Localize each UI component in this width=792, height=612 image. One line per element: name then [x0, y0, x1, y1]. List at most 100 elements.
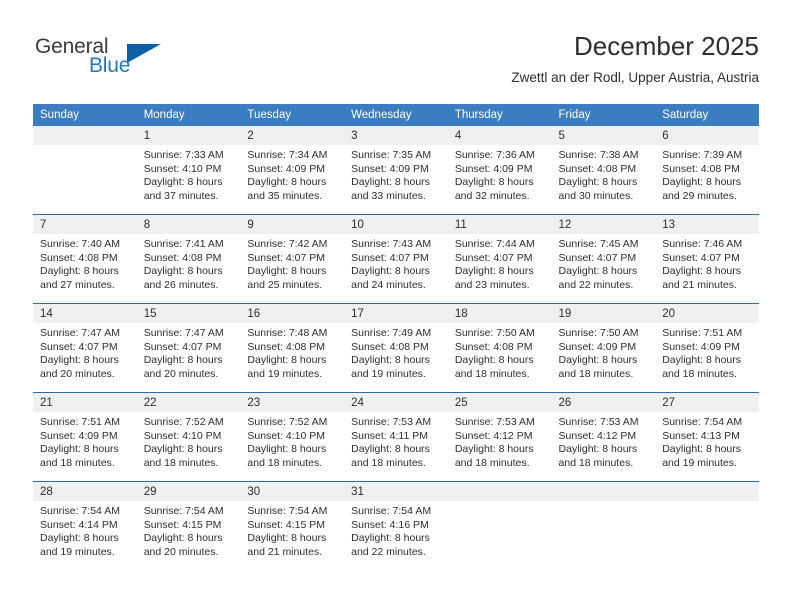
day-detail-line: Sunset: 4:07 PM	[247, 251, 326, 264]
day-detail-line: Sunrise: 7:40 AM	[40, 238, 120, 250]
day-cell-inner	[655, 482, 759, 570]
day-detail-line: Daylight: 8 hours	[247, 354, 327, 367]
day-detail-line: Sunset: 4:12 PM	[558, 429, 637, 442]
calendar-day-cell[interactable]: 31 Sunrise: 7:54 AM Sunset: 4:16 PM Dayligh…	[344, 481, 448, 570]
day-number: 6	[655, 126, 759, 145]
day-number: 7	[33, 215, 137, 234]
day-detail-line: Daylight: 8 hours	[558, 443, 638, 456]
day-detail-line: Sunset: 4:09 PM	[454, 162, 533, 175]
day-detail-line: Sunset: 4:08 PM	[247, 340, 326, 353]
day-detail-line: Sunset: 4:09 PM	[351, 162, 429, 175]
calendar-day-cell[interactable]: 8 Sunrise: 7:41 AM Sunset: 4:08 PM Daylight…	[136, 214, 241, 304]
column-header-saturday: Saturday	[655, 104, 759, 126]
calendar-week-row: 21 Sunrise: 7:51 AM Sunset: 4:09 PM Dayligh…	[33, 392, 759, 482]
calendar-day-cell[interactable]: 16 Sunrise: 7:48 AM Sunset: 4:08 PM Dayligh…	[240, 303, 345, 393]
calendar-day-cell[interactable]: 27 Sunrise: 7:54 AM Sunset: 4:13 PM Dayligh…	[655, 392, 759, 482]
day-cell-inner: 7 Sunrise: 7:40 AM Sunset: 4:08 PM Daylight…	[33, 215, 137, 303]
calendar-day-cell[interactable]: 20 Sunrise: 7:51 AM Sunset: 4:09 PM Dayligh…	[655, 303, 759, 393]
calendar-day-cell[interactable]: 26 Sunrise: 7:53 AM Sunset: 4:12 PM Dayligh…	[551, 392, 656, 482]
day-detail-line: Sunset: 4:08 PM	[40, 251, 118, 264]
calendar-day-cell[interactable]: 22 Sunrise: 7:52 AM Sunset: 4:10 PM Dayligh…	[136, 392, 241, 482]
day-detail-line: Sunset: 4:09 PM	[40, 429, 118, 442]
calendar-day-cell[interactable]: 1 Sunrise: 7:33 AM Sunset: 4:10 PM Daylight…	[136, 126, 241, 215]
day-number: 14	[33, 304, 137, 323]
day-number: 11	[447, 215, 552, 234]
calendar-day-cell[interactable]: 12 Sunrise: 7:45 AM Sunset: 4:07 PM Dayligh…	[551, 214, 656, 304]
day-detail-line: Sunrise: 7:48 AM	[247, 327, 328, 339]
day-cell-inner: 17 Sunrise: 7:49 AM Sunset: 4:08 PM Dayligh…	[344, 304, 448, 392]
day-details: Sunrise: 7:40 AM Sunset: 4:08 PM Daylight:…	[33, 234, 137, 292]
day-number	[655, 482, 759, 501]
calendar-day-cell[interactable]: 11 Sunrise: 7:44 AM Sunset: 4:07 PM Dayligh…	[447, 214, 552, 304]
day-cell-inner: 14 Sunrise: 7:47 AM Sunset: 4:07 PM Dayligh…	[33, 304, 137, 392]
day-cell-inner: 16 Sunrise: 7:48 AM Sunset: 4:08 PM Dayligh…	[240, 304, 345, 392]
calendar-day-cell[interactable]: 23 Sunrise: 7:52 AM Sunset: 4:10 PM Dayligh…	[240, 392, 345, 482]
day-detail-line: Sunset: 4:07 PM	[662, 251, 740, 264]
day-number	[551, 482, 656, 501]
calendar-day-cell[interactable]: 14 Sunrise: 7:47 AM Sunset: 4:07 PM Dayligh…	[33, 303, 137, 393]
day-details: Sunrise: 7:50 AM Sunset: 4:08 PM Daylight:…	[448, 323, 552, 381]
day-detail-line: Sunset: 4:10 PM	[247, 429, 326, 442]
calendar-day-cell[interactable]: 30 Sunrise: 7:54 AM Sunset: 4:15 PM Dayligh…	[240, 481, 345, 570]
column-header-friday: Friday	[551, 104, 656, 126]
day-details: Sunrise: 7:52 AM Sunset: 4:10 PM Daylight:…	[240, 412, 344, 470]
calendar-week-row: 14 Sunrise: 7:47 AM Sunset: 4:07 PM Dayligh…	[33, 303, 759, 393]
calendar-day-cell-empty	[551, 481, 656, 570]
day-number: 4	[447, 126, 552, 145]
day-details: Sunrise: 7:47 AM Sunset: 4:07 PM Daylight:…	[33, 323, 137, 381]
calendar-day-cell[interactable]: 29 Sunrise: 7:54 AM Sunset: 4:15 PM Dayligh…	[136, 481, 241, 570]
day-detail-line: Daylight: 8 hours	[662, 443, 742, 456]
day-detail-line: and 18 minutes.	[662, 367, 737, 380]
calendar-day-cell[interactable]: 13 Sunrise: 7:46 AM Sunset: 4:07 PM Dayligh…	[655, 214, 759, 304]
column-header-tuesday: Tuesday	[240, 104, 345, 126]
day-detail-line: Sunrise: 7:45 AM	[558, 238, 639, 250]
calendar-day-cell[interactable]: 15 Sunrise: 7:47 AM Sunset: 4:07 PM Dayligh…	[136, 303, 241, 393]
day-details: Sunrise: 7:42 AM Sunset: 4:07 PM Daylight:…	[240, 234, 344, 292]
day-detail-line: Sunset: 4:09 PM	[247, 162, 326, 175]
day-detail-line: and 22 minutes.	[351, 545, 426, 558]
calendar-day-cell[interactable]: 2 Sunrise: 7:34 AM Sunset: 4:09 PM Daylight…	[240, 126, 345, 215]
calendar-day-cell[interactable]: 9 Sunrise: 7:42 AM Sunset: 4:07 PM Daylight…	[240, 214, 345, 304]
day-detail-line: and 33 minutes.	[351, 189, 426, 202]
day-cell-inner	[33, 126, 137, 214]
day-details: Sunrise: 7:43 AM Sunset: 4:07 PM Daylight:…	[344, 234, 448, 292]
calendar-day-cell[interactable]: 7 Sunrise: 7:40 AM Sunset: 4:08 PM Daylight…	[33, 214, 137, 304]
column-header-sunday: Sunday	[33, 104, 137, 126]
day-detail-line: and 25 minutes.	[247, 278, 323, 291]
calendar-week-row: 1 Sunrise: 7:33 AM Sunset: 4:10 PM Daylight…	[33, 126, 759, 215]
day-detail-line: and 19 minutes.	[351, 367, 426, 380]
column-header-thursday: Thursday	[447, 104, 552, 126]
calendar-day-cell[interactable]: 6 Sunrise: 7:39 AM Sunset: 4:08 PM Daylight…	[655, 126, 759, 215]
day-detail-line: and 18 minutes.	[558, 367, 634, 380]
day-cell-inner: 24 Sunrise: 7:53 AM Sunset: 4:11 PM Dayligh…	[344, 393, 448, 481]
calendar-day-cell[interactable]: 21 Sunrise: 7:51 AM Sunset: 4:09 PM Dayligh…	[33, 392, 137, 482]
day-cell-inner: 13 Sunrise: 7:46 AM Sunset: 4:07 PM Dayligh…	[655, 215, 759, 303]
day-detail-line: Sunset: 4:09 PM	[558, 340, 637, 353]
day-cell-inner: 30 Sunrise: 7:54 AM Sunset: 4:15 PM Dayligh…	[240, 482, 345, 570]
day-detail-line: and 21 minutes.	[247, 545, 323, 558]
day-detail-line: Sunrise: 7:50 AM	[558, 327, 639, 339]
general-blue-logo[interactable]: General Blue	[33, 34, 173, 92]
day-detail-line: and 30 minutes.	[558, 189, 634, 202]
day-cell-inner: 26 Sunrise: 7:53 AM Sunset: 4:12 PM Dayligh…	[551, 393, 656, 481]
calendar-day-cell[interactable]: 3 Sunrise: 7:35 AM Sunset: 4:09 PM Daylight…	[344, 126, 448, 215]
calendar-day-cell[interactable]: 28 Sunrise: 7:54 AM Sunset: 4:14 PM Dayligh…	[33, 481, 137, 570]
day-cell-inner: 12 Sunrise: 7:45 AM Sunset: 4:07 PM Dayligh…	[551, 215, 656, 303]
day-cell-inner: 4 Sunrise: 7:36 AM Sunset: 4:09 PM Daylight…	[447, 126, 552, 214]
day-detail-line: and 22 minutes.	[558, 278, 634, 291]
day-detail-line: Sunset: 4:08 PM	[454, 340, 533, 353]
calendar-day-cell[interactable]: 24 Sunrise: 7:53 AM Sunset: 4:11 PM Dayligh…	[344, 392, 448, 482]
day-cell-inner: 18 Sunrise: 7:50 AM Sunset: 4:08 PM Dayligh…	[447, 304, 552, 392]
day-detail-line: Daylight: 8 hours	[143, 176, 223, 189]
day-details: Sunrise: 7:33 AM Sunset: 4:10 PM Daylight:…	[137, 145, 241, 203]
day-detail-line: Sunset: 4:09 PM	[662, 340, 740, 353]
calendar-day-cell[interactable]: 17 Sunrise: 7:49 AM Sunset: 4:08 PM Dayligh…	[344, 303, 448, 393]
day-cell-inner: 15 Sunrise: 7:47 AM Sunset: 4:07 PM Dayligh…	[136, 304, 241, 392]
calendar-day-cell[interactable]: 19 Sunrise: 7:50 AM Sunset: 4:09 PM Dayligh…	[551, 303, 656, 393]
calendar-day-cell[interactable]: 18 Sunrise: 7:50 AM Sunset: 4:08 PM Dayligh…	[447, 303, 552, 393]
calendar-day-cell-empty	[33, 126, 137, 215]
calendar-day-cell[interactable]: 25 Sunrise: 7:53 AM Sunset: 4:12 PM Dayligh…	[447, 392, 552, 482]
calendar-day-cell[interactable]: 5 Sunrise: 7:38 AM Sunset: 4:08 PM Daylight…	[551, 126, 656, 215]
calendar-day-cell[interactable]: 10 Sunrise: 7:43 AM Sunset: 4:07 PM Dayligh…	[344, 214, 448, 304]
calendar-day-cell[interactable]: 4 Sunrise: 7:36 AM Sunset: 4:09 PM Daylight…	[447, 126, 552, 215]
